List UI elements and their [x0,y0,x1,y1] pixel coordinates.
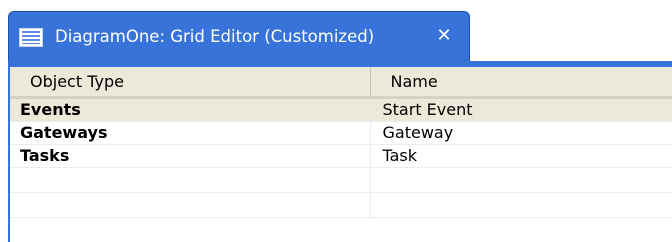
grid-editor-panel: Object Type Name Events Start Event Gate… [8,61,672,242]
empty-cell[interactable] [10,192,371,218]
close-icon[interactable]: ✕ [433,24,455,48]
name-cell[interactable]: Start Event [370,97,672,122]
grid-editor-icon [19,28,43,47]
table-row[interactable]: Gateways Gateway [10,121,672,145]
table-row[interactable]: Tasks Task [10,144,672,168]
empty-row[interactable] [10,192,672,218]
tab-title: DiagramOne: Grid Editor (Customized) [55,27,375,46]
name-cell[interactable]: Task [370,144,672,168]
object-type-cell[interactable]: Gateways [10,121,371,145]
empty-cell[interactable] [10,167,371,193]
column-header-name[interactable]: Name [370,67,672,99]
column-header-object-type[interactable]: Object Type [10,67,371,99]
name-cell[interactable]: Gateway [370,121,672,145]
object-grid: Object Type Name Events Start Event Gate… [10,67,672,218]
table-row[interactable]: Events Start Event [10,97,672,122]
grid-editor-tab[interactable]: DiagramOne: Grid Editor (Customized) ✕ [8,11,470,61]
editor-tab-strip: DiagramOne: Grid Editor (Customized) ✕ [0,0,672,62]
empty-cell[interactable] [370,192,672,218]
object-type-cell[interactable]: Events [10,97,371,122]
empty-row[interactable] [10,167,672,193]
object-type-cell[interactable]: Tasks [10,144,371,168]
grid-header-row: Object Type Name [10,67,672,99]
empty-cell[interactable] [370,167,672,193]
